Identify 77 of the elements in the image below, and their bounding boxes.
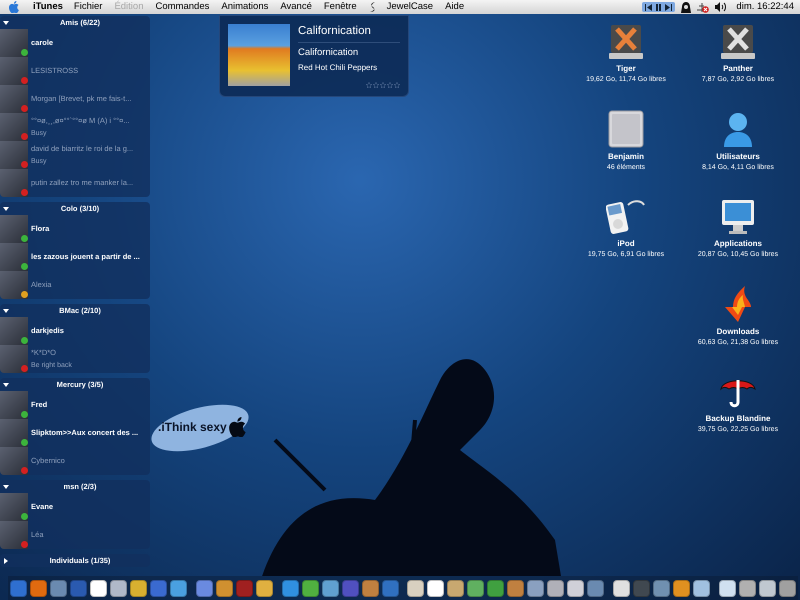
menu-item[interactable]: Commandes	[156, 0, 210, 14]
avatar-placeholder	[0, 85, 28, 113]
hard-drive-icon	[609, 24, 643, 60]
desktop-icon-label[interactable]: Backup Blandine	[706, 413, 770, 425]
hooded-figure-icon[interactable]	[681, 2, 692, 12]
user-icon	[723, 112, 753, 148]
avatar-placeholder	[0, 345, 28, 373]
hard-drive-icon	[721, 24, 755, 60]
dock-app-icon[interactable]	[547, 580, 564, 596]
computer-tower-icon	[608, 110, 644, 148]
avatar-placeholder	[0, 521, 28, 549]
desktop-icon-label[interactable]: Downloads	[716, 326, 760, 338]
dock-app-icon[interactable]	[673, 580, 690, 596]
menu-item[interactable]: Animations	[221, 0, 268, 14]
script-icon[interactable]	[368, 2, 377, 12]
apple-logo-icon	[228, 417, 246, 437]
ipod-icon	[606, 197, 646, 235]
dock-app-icon[interactable]	[738, 580, 756, 596]
avatar-placeholder	[0, 447, 28, 475]
itunes-controls[interactable]	[642, 2, 676, 12]
avatar-placeholder	[0, 169, 28, 197]
dock-app-icon[interactable]	[130, 580, 147, 596]
artist-name: Red Hot Chili Peppers	[298, 62, 378, 74]
previous-icon[interactable]	[644, 4, 654, 10]
dock-app-icon[interactable]	[613, 580, 630, 596]
wallpaper-text: .iThink sexy	[158, 419, 227, 436]
now-playing-title: Californication	[298, 24, 400, 43]
dock-app-icon[interactable]	[256, 580, 273, 596]
clock[interactable]: dim. 16:22:44	[736, 0, 794, 14]
desktop-icon-label[interactable]: iPod	[617, 238, 635, 250]
app-menu[interactable]: iTunes	[33, 0, 63, 14]
avatar-placeholder	[0, 57, 28, 85]
triangle-down-icon[interactable]	[3, 206, 9, 212]
track-name: Californication	[298, 46, 360, 60]
network-error-icon[interactable]	[697, 2, 710, 12]
desktop-icon-label[interactable]: Applications	[714, 238, 762, 250]
dock-app-icon[interactable]	[110, 580, 127, 596]
flame-arrow-icon	[723, 284, 753, 322]
album-art-placeholder	[228, 24, 290, 86]
next-icon[interactable]	[664, 4, 674, 10]
avatar-placeholder	[0, 113, 28, 141]
avatar-placeholder	[0, 29, 28, 57]
triangle-right-icon[interactable]	[3, 558, 9, 564]
dock-app-icon[interactable]	[447, 580, 464, 596]
dock-app-icon[interactable]	[90, 580, 107, 596]
triangle-down-icon[interactable]	[3, 20, 9, 26]
dock-app-icon[interactable]	[407, 580, 424, 596]
triangle-down-icon[interactable]	[3, 308, 9, 314]
dock-app-icon[interactable]	[718, 580, 736, 596]
dock-app-icon[interactable]	[567, 580, 584, 596]
avatar-placeholder	[0, 243, 28, 271]
menu-item[interactable]: Fichier	[74, 0, 102, 14]
triangle-down-icon[interactable]	[3, 484, 9, 490]
avatar-placeholder	[0, 271, 28, 299]
apple-menu-icon[interactable]	[9, 1, 19, 13]
monitor-icon	[720, 199, 756, 235]
menu-item[interactable]: JewelCase	[386, 0, 434, 14]
triangle-down-icon[interactable]	[3, 382, 9, 388]
desktop-icon-label[interactable]: Benjamin	[608, 150, 644, 162]
pause-icon[interactable]	[654, 4, 664, 10]
menu-item[interactable]: Avancé	[280, 0, 312, 14]
avatar-placeholder	[0, 317, 28, 345]
avatar-placeholder	[0, 391, 28, 419]
avatar-placeholder	[0, 493, 28, 521]
dock-app-icon[interactable]	[693, 580, 710, 596]
dock-app-icon[interactable]	[758, 580, 776, 596]
volume-icon[interactable]	[715, 2, 726, 12]
menu-item[interactable]: Fenêtre	[324, 0, 357, 14]
menu-item[interactable]: Aide	[445, 0, 464, 14]
desktop-icon-label[interactable]: Panther	[723, 63, 753, 75]
dock-app-icon[interactable]	[427, 580, 444, 596]
desktop-icon-label[interactable]: Tiger	[616, 63, 636, 75]
dock-app-icon[interactable]	[778, 580, 796, 596]
avatar-placeholder	[0, 419, 28, 447]
desktop-icon-label[interactable]: Utilisateurs	[716, 150, 760, 162]
avatar-placeholder	[0, 141, 28, 169]
avatar-placeholder	[0, 215, 28, 243]
